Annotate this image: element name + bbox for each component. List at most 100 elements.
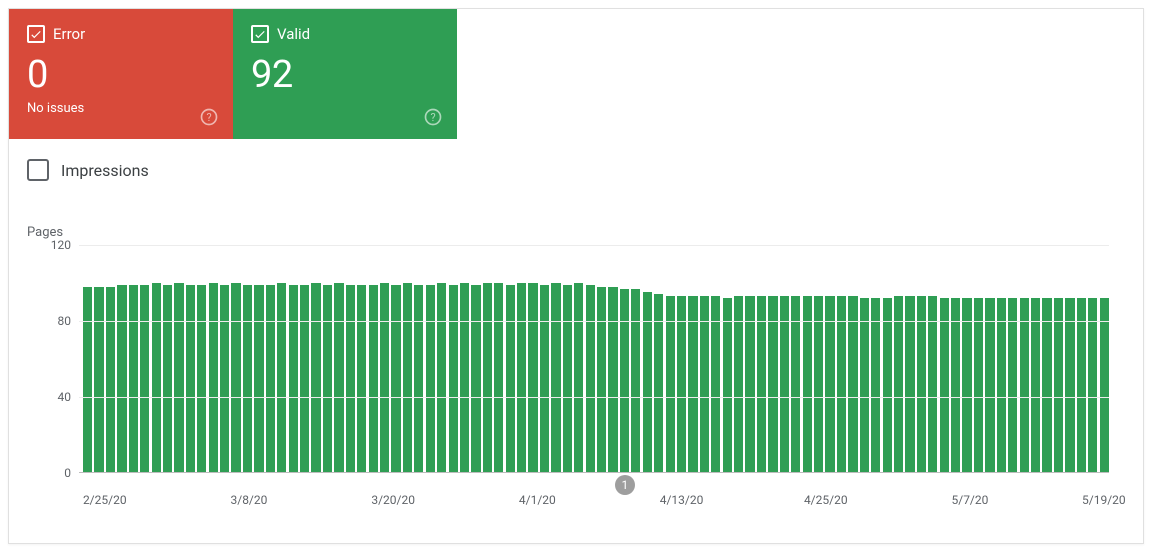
bar[interactable] [586,285,595,472]
x-tick: 5/19/20 [1082,493,1126,507]
event-marker[interactable]: 1 [615,475,635,495]
bar[interactable] [323,285,332,472]
bar[interactable] [369,285,378,472]
bar[interactable] [757,296,766,472]
bar[interactable] [140,285,149,472]
bar[interactable] [334,283,343,472]
bar[interactable] [437,283,446,472]
error-count: 0 [27,53,215,97]
bar[interactable] [620,289,629,472]
bar[interactable] [700,296,709,472]
x-tick: 3/8/20 [230,493,267,507]
error-tile-header: Error [27,25,215,43]
bar[interactable] [711,296,720,472]
bar[interactable] [734,296,743,472]
bar[interactable] [1054,298,1063,472]
bar[interactable] [814,296,823,472]
bar[interactable] [174,283,183,472]
error-tile[interactable]: Error 0 No issues ? [9,9,233,139]
bar[interactable] [791,296,800,472]
bar[interactable] [403,283,412,472]
bar[interactable] [357,285,366,472]
bar[interactable] [266,285,275,472]
bar[interactable] [1008,298,1017,472]
bar[interactable] [608,287,617,472]
bar[interactable] [962,298,971,472]
bar[interactable] [974,298,983,472]
bar[interactable] [871,298,880,472]
bar[interactable] [186,285,195,472]
bar[interactable] [643,292,652,472]
bar[interactable] [597,287,606,472]
bar[interactable] [391,285,400,472]
bar[interactable] [163,285,172,472]
help-icon[interactable]: ? [199,107,219,127]
bar[interactable] [677,296,686,472]
bar[interactable] [860,298,869,472]
bar[interactable] [129,285,138,472]
bar[interactable] [688,296,697,472]
bar[interactable] [1077,298,1086,472]
help-icon[interactable]: ? [423,107,443,127]
bar[interactable] [449,285,458,472]
bar[interactable] [940,298,949,472]
bar[interactable] [197,285,206,472]
bar[interactable] [311,283,320,472]
bar[interactable] [106,287,115,472]
bar[interactable] [220,285,229,472]
bar[interactable] [666,296,675,472]
bar[interactable] [848,296,857,472]
bar[interactable] [1042,298,1051,472]
bar[interactable] [494,283,503,472]
bar[interactable] [506,285,515,472]
bar[interactable] [997,298,1006,472]
bar[interactable] [1031,298,1040,472]
bar[interactable] [94,287,103,472]
bar[interactable] [277,283,286,472]
bar[interactable] [917,296,926,472]
impressions-checkbox[interactable] [27,159,49,181]
bar[interactable] [528,283,537,472]
bar[interactable] [574,283,583,472]
bar[interactable] [517,283,526,472]
valid-tile[interactable]: Valid 92 ? [233,9,457,139]
bar[interactable] [894,296,903,472]
bar[interactable] [1100,298,1109,472]
bar[interactable] [1020,298,1029,472]
bar[interactable] [289,285,298,472]
bar[interactable] [540,285,549,472]
bar[interactable] [380,283,389,472]
bar[interactable] [426,285,435,472]
bar[interactable] [825,296,834,472]
bar[interactable] [837,296,846,472]
bar[interactable] [471,285,480,472]
bar[interactable] [346,285,355,472]
bar[interactable] [460,283,469,472]
bar[interactable] [1088,298,1097,472]
bar[interactable] [951,298,960,472]
bar[interactable] [631,289,640,472]
bar[interactable] [117,285,126,472]
bar[interactable] [300,285,309,472]
bar[interactable] [780,296,789,472]
bar[interactable] [768,296,777,472]
bar[interactable] [152,283,161,472]
bar[interactable] [745,296,754,472]
bar[interactable] [803,296,812,472]
bar[interactable] [723,298,732,472]
bar[interactable] [254,285,263,472]
bar[interactable] [928,296,937,472]
bar[interactable] [483,283,492,472]
bar[interactable] [83,287,92,472]
bar[interactable] [231,283,240,472]
bar[interactable] [883,298,892,472]
bar[interactable] [985,298,994,472]
bar[interactable] [209,283,218,472]
bar[interactable] [563,285,572,472]
bar[interactable] [551,283,560,472]
bar[interactable] [1065,298,1074,472]
x-tick: 4/25/20 [804,493,848,507]
bar[interactable] [414,285,423,472]
bar[interactable] [905,296,914,472]
bar[interactable] [243,285,252,472]
